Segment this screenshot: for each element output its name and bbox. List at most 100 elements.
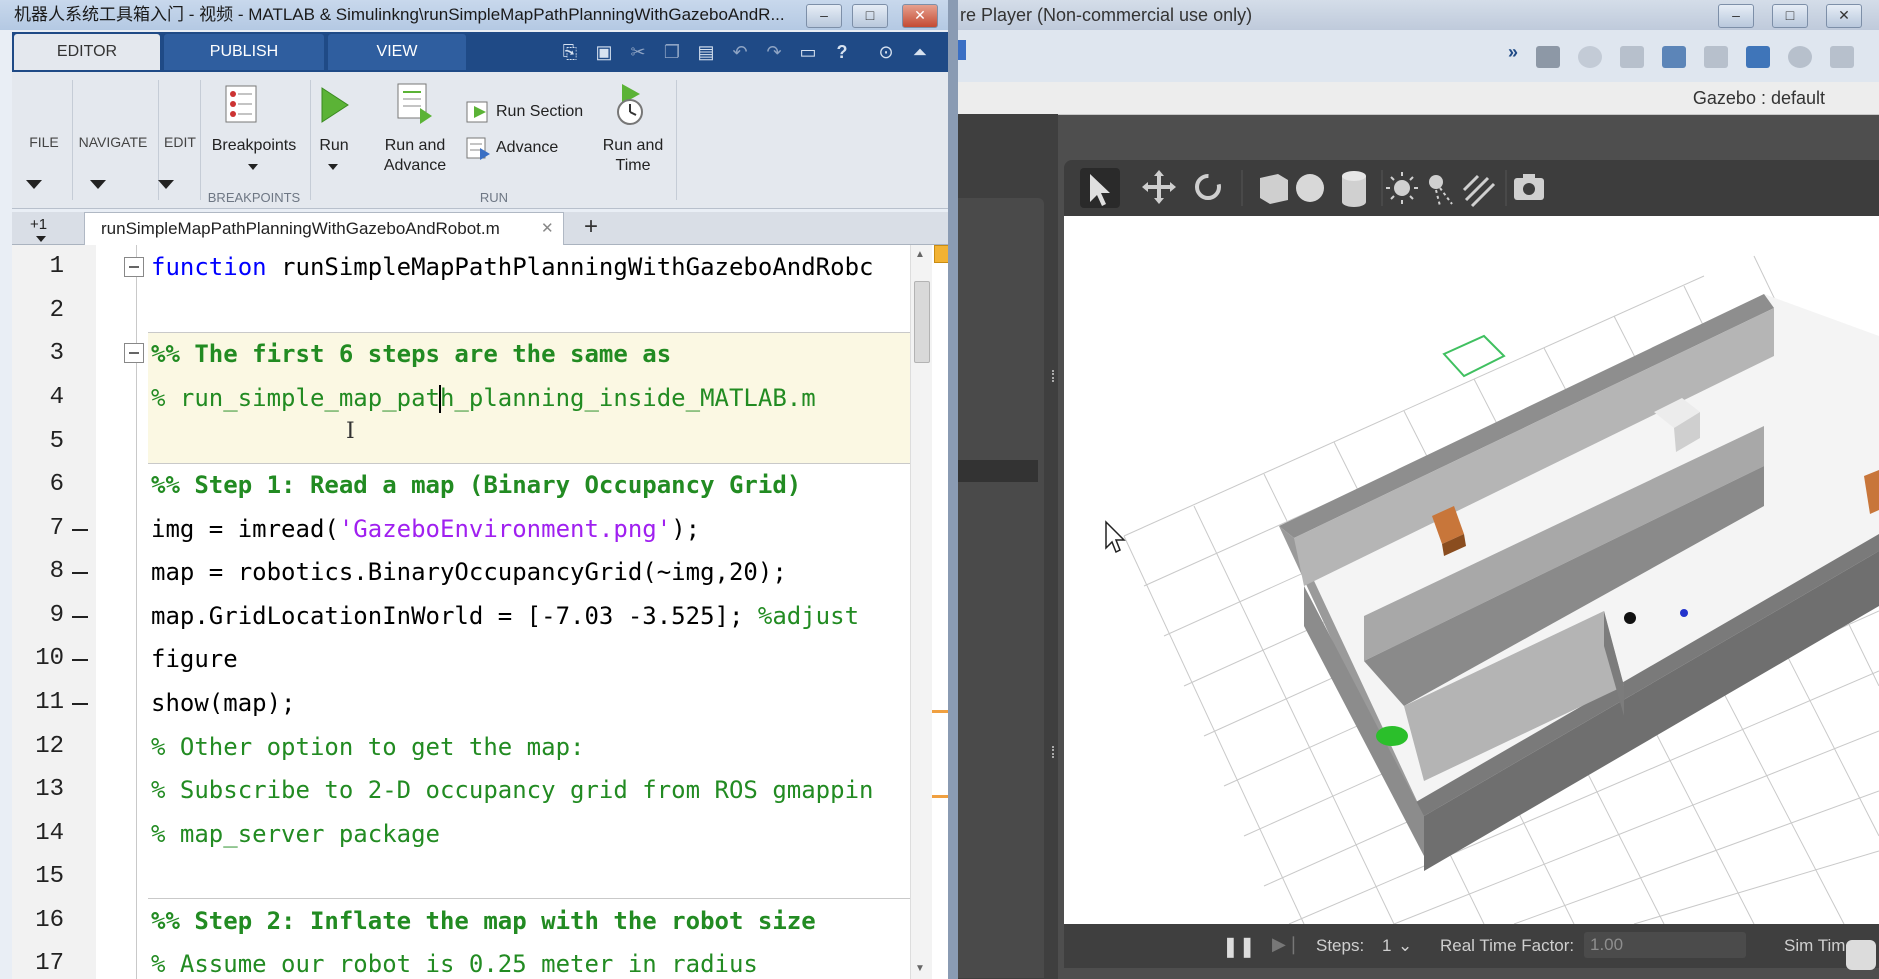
copy-icon[interactable]: ❐ (660, 40, 684, 64)
close-tab-icon[interactable]: ✕ (541, 213, 554, 245)
maximize-button[interactable]: □ (852, 4, 888, 28)
close-button[interactable]: ✕ (1826, 4, 1862, 28)
help-icon[interactable]: ? (830, 40, 854, 64)
scrollbar-thumb[interactable] (914, 281, 930, 363)
steps-value[interactable]: 1 (1382, 936, 1391, 956)
code-line-9[interactable]: map.GridLocationInWorld = [-7.03 -3.525]… (151, 594, 859, 638)
line-number: 16 (35, 907, 64, 934)
save-icon[interactable]: ▣ (592, 40, 616, 64)
close-button[interactable]: ✕ (902, 4, 938, 28)
floppy-icon[interactable] (1620, 46, 1644, 68)
steps-dropdown-icon[interactable]: ⌄ (1398, 936, 1412, 956)
breakpoint-marker[interactable] (72, 529, 88, 531)
disc-icon[interactable] (1578, 46, 1602, 68)
cut-icon[interactable]: ✂ (626, 40, 650, 64)
code-line-13[interactable]: % Subscribe to 2-D occupancy grid from R… (151, 768, 873, 812)
file-tab-name: runSimpleMapPathPlanningWithGazeboAndRob… (101, 219, 500, 238)
code-line-14[interactable]: % map_server package (151, 812, 440, 856)
splitter-handle[interactable] (1052, 370, 1058, 382)
file-dropdown-icon[interactable] (26, 180, 42, 189)
warning-mark[interactable] (932, 795, 948, 798)
camera-icon[interactable] (1788, 46, 1812, 68)
step-button[interactable]: ▶❘ (1272, 934, 1301, 955)
file-label: FILE (29, 134, 59, 150)
undo-icon[interactable]: ↶ (728, 40, 752, 64)
edit-dropdown-icon[interactable] (158, 180, 174, 189)
line-number: 8 (49, 558, 64, 585)
run-and-advance-icon[interactable] (394, 82, 434, 126)
breakpoint-marker[interactable] (72, 572, 88, 574)
run-button[interactable]: Run (314, 136, 354, 156)
panel-splitter[interactable] (958, 460, 1038, 482)
screenshot-camera-icon (1514, 174, 1544, 200)
code-line-3[interactable]: %% The first 6 steps are the same as (151, 332, 671, 376)
breakpoints-dropdown-icon[interactable] (248, 164, 258, 170)
minimize-button[interactable]: – (1718, 4, 1754, 28)
run-section-button[interactable]: Run Section (496, 102, 598, 122)
tab-view[interactable]: VIEW (328, 34, 466, 70)
sound-icon[interactable] (1746, 46, 1770, 68)
line-number: 3 (49, 340, 64, 367)
scroll-up-icon[interactable]: ▲ (915, 249, 925, 260)
line-number: 10 (35, 645, 64, 672)
fold-toggle-icon[interactable] (124, 257, 144, 277)
code-line-7[interactable]: img = imread('GazeboEnvironment.png'); (151, 507, 700, 551)
network-icon[interactable] (1662, 46, 1686, 68)
options-dropdown-icon[interactable]: ⊙ (874, 40, 898, 64)
run-and-time-icon[interactable] (612, 82, 652, 128)
tab-overflow-indicator[interactable]: +1 (30, 216, 47, 233)
minimize-button[interactable]: – (806, 4, 842, 28)
code-line-6[interactable]: %% Step 1: Read a map (Binary Occupancy … (151, 463, 801, 507)
redo-icon[interactable]: ↷ (762, 40, 786, 64)
code-line-4[interactable]: % run_simple_map_path_planning_inside_MA… (151, 376, 816, 420)
code-line-8[interactable]: map = robotics.BinaryOccupancyGrid(~img,… (151, 550, 787, 594)
ribbon-tab-bar: EDITOR PUBLISH VIEW ⎘ ▣ ✂ ❐ ▤ ↶ ↷ ▭ ? ⊙ … (12, 32, 948, 72)
vertical-scrollbar[interactable]: ▲ ▼ (910, 245, 933, 979)
breakpoint-marker[interactable] (72, 616, 88, 618)
code-line-17[interactable]: % Assume our robot is 0.25 meter in radi… (151, 942, 758, 979)
run-dropdown-icon[interactable] (328, 164, 338, 170)
vm-restore-icon[interactable] (1846, 940, 1876, 970)
scroll-down-icon[interactable]: ▼ (915, 963, 925, 974)
breakpoint-marker[interactable] (72, 659, 88, 661)
printer-icon[interactable] (1704, 46, 1728, 68)
file-tab-active[interactable]: runSimpleMapPathPlanningWithGazeboAndRob… (84, 212, 564, 245)
run-and-time-button[interactable]: Run and Time (590, 136, 676, 176)
divider (310, 80, 311, 200)
run-section-icon[interactable] (466, 100, 492, 124)
expand-toolbar-icon[interactable]: » (1508, 42, 1518, 63)
fold-toggle-icon[interactable] (124, 343, 144, 363)
maximize-button[interactable]: □ (1772, 4, 1808, 28)
tab-publish[interactable]: PUBLISH (164, 34, 324, 70)
run-icon[interactable] (314, 84, 354, 126)
pause-button[interactable]: ❚❚ (1222, 934, 1256, 959)
tab-editor[interactable]: EDITOR (14, 34, 160, 70)
gazebo-3d-viewport[interactable] (1064, 216, 1879, 924)
breakpoints-icon[interactable] (222, 84, 262, 126)
code-line-10[interactable]: figure (151, 637, 238, 681)
breakpoints-group-label: BREAKPOINTS (207, 190, 301, 205)
code-line-16[interactable]: %% Step 2: Inflate the map with the robo… (151, 899, 816, 943)
breakpoint-marker[interactable] (72, 703, 88, 705)
breakpoints-button[interactable]: Breakpoints (202, 136, 306, 156)
paste-icon[interactable]: ▤ (694, 40, 718, 64)
code-editor[interactable]: 1 2 3 4 5 6 7 8 9 10 11 12 13 14 15 16 1… (12, 245, 950, 979)
advance-button[interactable]: Advance (496, 138, 576, 158)
switch-windows-icon[interactable]: ▭ (796, 40, 820, 64)
run-and-advance-button[interactable]: Run and Advance (372, 136, 458, 176)
tab-list-dropdown-icon[interactable] (36, 236, 46, 242)
minimize-ribbon-icon[interactable]: ⏶ (908, 40, 932, 64)
world-panel[interactable] (958, 198, 1044, 978)
code-line-1[interactable]: function runSimpleMapPathPlanningWithGaz… (151, 245, 873, 289)
navigate-dropdown-icon[interactable] (90, 180, 106, 189)
code-line-12[interactable]: % Other option to get the map: (151, 725, 584, 769)
new-tab-button[interactable]: + (568, 212, 614, 244)
drive-icon[interactable] (1536, 46, 1560, 68)
code-line-11[interactable]: show(map); (151, 681, 296, 725)
line-number: 14 (35, 820, 64, 847)
advance-icon[interactable] (466, 136, 492, 160)
splitter-handle[interactable] (1052, 746, 1058, 758)
warning-mark[interactable] (932, 710, 948, 713)
new-icon[interactable]: ⎘ (558, 40, 582, 64)
usb-icon[interactable] (1830, 46, 1854, 68)
